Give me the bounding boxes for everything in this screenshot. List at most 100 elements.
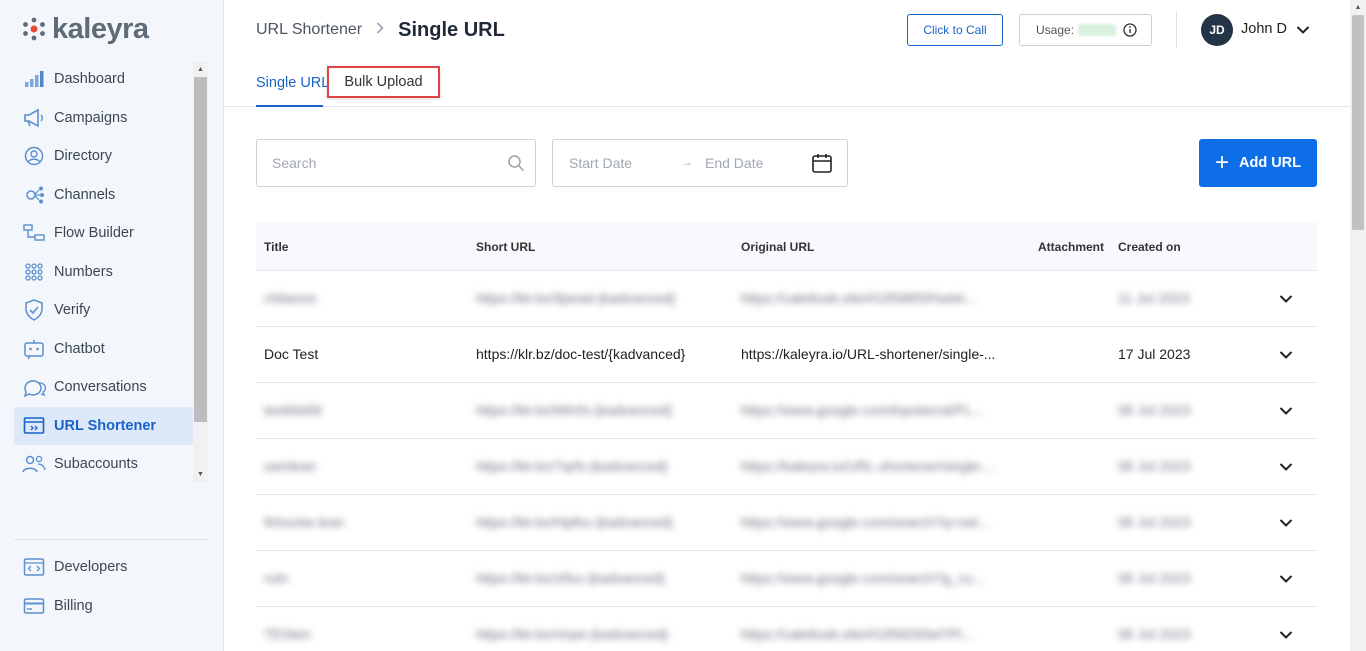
cell-short-url: https://klr.bz/7qrfs-{kadvanced} <box>476 458 668 474</box>
scroll-up-arrow-icon[interactable]: ▲ <box>1350 0 1366 15</box>
add-url-label: Add URL <box>1239 155 1302 171</box>
chatbot-icon <box>22 337 46 361</box>
bar-chart-icon <box>22 67 46 91</box>
expand-chevron-icon[interactable] <box>1279 627 1293 643</box>
sidebar-item-chatbot[interactable]: Chatbot <box>14 330 194 369</box>
cell-original-url: https://www.google.com/topsterral/PL... <box>741 402 984 418</box>
scroll-up-arrow-icon[interactable]: ▲ <box>193 62 208 77</box>
brand-logo[interactable]: kaleyra <box>22 12 149 45</box>
cell-created-on: 11 Jul 2023 <box>1118 290 1190 306</box>
sidebar-nav: Dashboard Campaigns Directory Channels F… <box>14 60 194 484</box>
add-url-button[interactable]: + Add URL <box>1199 139 1317 187</box>
sidebar-scrollbar-thumb[interactable] <box>194 77 207 422</box>
sidebar-item-url-shortener[interactable]: URL Shortener <box>14 406 194 445</box>
usage-value-redacted <box>1078 24 1117 36</box>
app-root: kaleyra Dashboard Campaigns Directory Ch… <box>0 0 1366 651</box>
shield-check-icon <box>22 298 46 322</box>
table-row[interactable]: Doc Test https://klr.bz/doc-test/{kadvanc… <box>256 327 1317 383</box>
cell-original-url: https://caleltusb.site/#1958265el7Pl... <box>741 626 973 642</box>
tab-single-url[interactable]: Single URL <box>256 60 329 106</box>
table-row[interactable]: testMalW https://klr.bz/Mhrfo-{kadvanced}… <box>256 383 1317 439</box>
url-table: Title Short URL Original URL Attachment … <box>256 222 1317 651</box>
sidebar-item-flow-builder[interactable]: Flow Builder <box>14 214 194 253</box>
search-input[interactable] <box>272 155 492 171</box>
cell-title: chitanon <box>264 290 317 306</box>
sidebar-item-label: Directory <box>54 148 113 165</box>
expand-chevron-icon[interactable] <box>1279 403 1293 419</box>
sidebar-item-billing[interactable]: Billing <box>14 587 194 626</box>
card-icon <box>22 594 46 618</box>
expand-chevron-icon[interactable] <box>1279 571 1293 587</box>
breadcrumb-parent-link[interactable]: URL Shortener <box>256 21 362 39</box>
sidebar-item-label: Subaccounts <box>54 456 138 473</box>
code-icon <box>22 555 46 579</box>
expand-chevron-icon[interactable] <box>1279 291 1293 307</box>
cell-created-on: 06 Jul 2023 <box>1118 570 1191 586</box>
sidebar-item-label: Channels <box>54 186 116 203</box>
end-date-input[interactable]: End Date <box>705 155 763 171</box>
users-icon <box>22 452 46 476</box>
user-name[interactable]: John D <box>1241 21 1287 37</box>
avatar[interactable]: JD <box>1201 14 1233 46</box>
sidebar-item-conversations[interactable]: Conversations <box>14 368 194 407</box>
cell-created-on: 06 Jul 2023 <box>1118 514 1191 530</box>
brand-name: kaleyra <box>52 12 149 45</box>
date-range-picker[interactable]: Start Date → End Date <box>552 139 848 187</box>
sidebar-item-label: URL Shortener <box>54 417 157 434</box>
table-row[interactable]: ownlean https://klr.bz/7qrfs-{kadvanced} h… <box>256 439 1317 495</box>
cell-original-url: https://caleltusb.site/#1958859%elel... <box>741 290 977 306</box>
arrow-right-icon: → <box>681 155 693 169</box>
megaphone-icon <box>22 106 46 130</box>
sidebar-item-verify[interactable]: Verify <box>14 291 194 330</box>
column-header-created-on: Created on <box>1118 240 1181 254</box>
page-title: Single URL <box>398 18 505 41</box>
click-to-call-button[interactable]: Click to Call <box>907 14 1003 46</box>
cell-title: testMalW <box>264 402 323 418</box>
sidebar-item-label: Verify <box>54 302 91 319</box>
expand-chevron-icon[interactable] <box>1279 515 1293 531</box>
sidebar-bottom-nav: Developers Billing <box>14 548 194 625</box>
sidebar-item-channels[interactable]: Channels <box>14 176 194 215</box>
calendar-icon[interactable] <box>811 152 833 177</box>
sidebar-item-subaccounts[interactable]: Subaccounts <box>14 445 194 484</box>
cell-title: TESten <box>264 626 311 642</box>
info-icon[interactable] <box>1123 23 1137 40</box>
page-scrollbar-thumb[interactable] <box>1352 15 1364 230</box>
sidebar-item-label: Chatbot <box>54 340 105 357</box>
sidebar-divider <box>14 539 209 540</box>
kaleyra-logo-icon <box>23 17 45 41</box>
table-row[interactable]: chitanon https://klr.bz/8pead-{kadvanced}… <box>256 271 1317 327</box>
link-icon <box>22 414 46 438</box>
tab-bulk-upload[interactable]: Bulk Upload <box>327 66 440 98</box>
scroll-down-arrow-icon[interactable]: ▼ <box>193 467 208 482</box>
search-icon[interactable] <box>507 154 525 177</box>
table-row[interactable]: rutn https://klr.bz/zlfxo-{kadvanced} http… <box>256 551 1317 607</box>
cell-short-url: https://klr.bz/zlfxo-{kadvanced} <box>476 570 666 586</box>
chevron-down-icon[interactable] <box>1296 22 1310 40</box>
cell-created-on: 06 Jul 2023 <box>1118 458 1191 474</box>
cell-created-on: 17 Jul 2023 <box>1118 346 1191 362</box>
expand-chevron-icon[interactable] <box>1279 459 1293 475</box>
sidebar-item-label: Billing <box>54 597 93 614</box>
sidebar-item-numbers[interactable]: Numbers <box>14 253 194 292</box>
sidebar-item-label: Numbers <box>54 263 113 280</box>
cell-created-on: 06 Jul 2023 <box>1118 402 1191 418</box>
sidebar-item-dashboard[interactable]: Dashboard <box>14 60 194 99</box>
sidebar-item-campaigns[interactable]: Campaigns <box>14 99 194 138</box>
cell-title: Doc Test <box>264 346 319 362</box>
plus-icon: + <box>1214 149 1229 176</box>
column-header-original-url: Original URL <box>741 240 815 254</box>
expand-chevron-icon[interactable] <box>1279 347 1293 363</box>
table-row[interactable]: TESten https://klr.bz/mrpe-{kadvanced} htt… <box>256 607 1317 651</box>
chevron-right-icon <box>376 21 384 39</box>
sidebar-item-developers[interactable]: Developers <box>14 548 194 587</box>
sidebar-item-label: Conversations <box>54 379 147 396</box>
contact-icon <box>22 144 46 168</box>
start-date-input[interactable]: Start Date <box>569 155 632 171</box>
sidebar-item-directory[interactable]: Directory <box>14 137 194 176</box>
header-divider <box>1176 12 1177 48</box>
cell-created-on: 06 Jul 2023 <box>1118 626 1191 642</box>
table-row[interactable]: firtvunta lean https://klr.bz/Hplho-{kadv… <box>256 495 1317 551</box>
column-header-short-url: Short URL <box>476 240 536 254</box>
sidebar-item-label: Dashboard <box>54 71 125 88</box>
